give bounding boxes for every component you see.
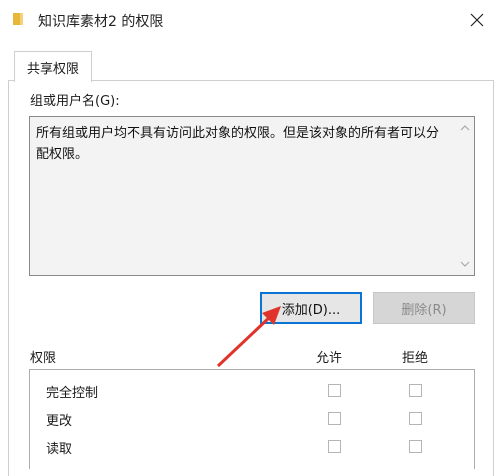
tab-share-permissions[interactable]: 共享权限 [14,51,92,82]
users-list[interactable]: 所有组或用户均不具有访问此对象的权限。但是该对象的所有者可以分配权限。 [29,116,475,276]
permission-name: 读取 [46,442,73,457]
scroll-up-icon[interactable] [460,123,470,133]
add-button[interactable]: 添加(D)... [260,292,362,324]
users-empty-message: 所有组或用户均不具有访问此对象的权限。但是该对象的所有者可以分配权限。 [36,126,440,162]
close-button[interactable] [454,0,500,40]
tab-strip: 共享权限 [8,49,492,82]
permission-row-change: 更改 [30,405,474,433]
title-bar: 知识库素材2 的权限 [0,0,500,40]
permissions-table: 完全控制 更改 读取 [29,369,475,469]
users-label: 组或用户名(G): [30,94,120,109]
window-title: 知识库素材2 的权限 [38,14,164,30]
allow-full-control-checkbox[interactable] [328,384,341,397]
close-icon [470,13,484,27]
deny-change-checkbox[interactable] [409,412,422,425]
remove-button[interactable]: 删除(R) [373,292,475,324]
permission-row-read: 读取 [30,433,474,461]
folder-icon [13,13,23,25]
scroll-down-icon[interactable] [460,259,470,269]
permission-name: 完全控制 [46,386,99,401]
deny-read-checkbox[interactable] [409,440,422,453]
deny-column-header: 拒绝 [402,351,429,366]
permission-name: 更改 [46,414,73,429]
permission-row-full-control: 完全控制 [30,377,474,405]
allow-change-checkbox[interactable] [328,412,341,425]
permissions-label: 权限 [30,351,57,366]
allow-column-header: 允许 [316,351,343,366]
allow-read-checkbox[interactable] [328,440,341,453]
deny-full-control-checkbox[interactable] [409,384,422,397]
